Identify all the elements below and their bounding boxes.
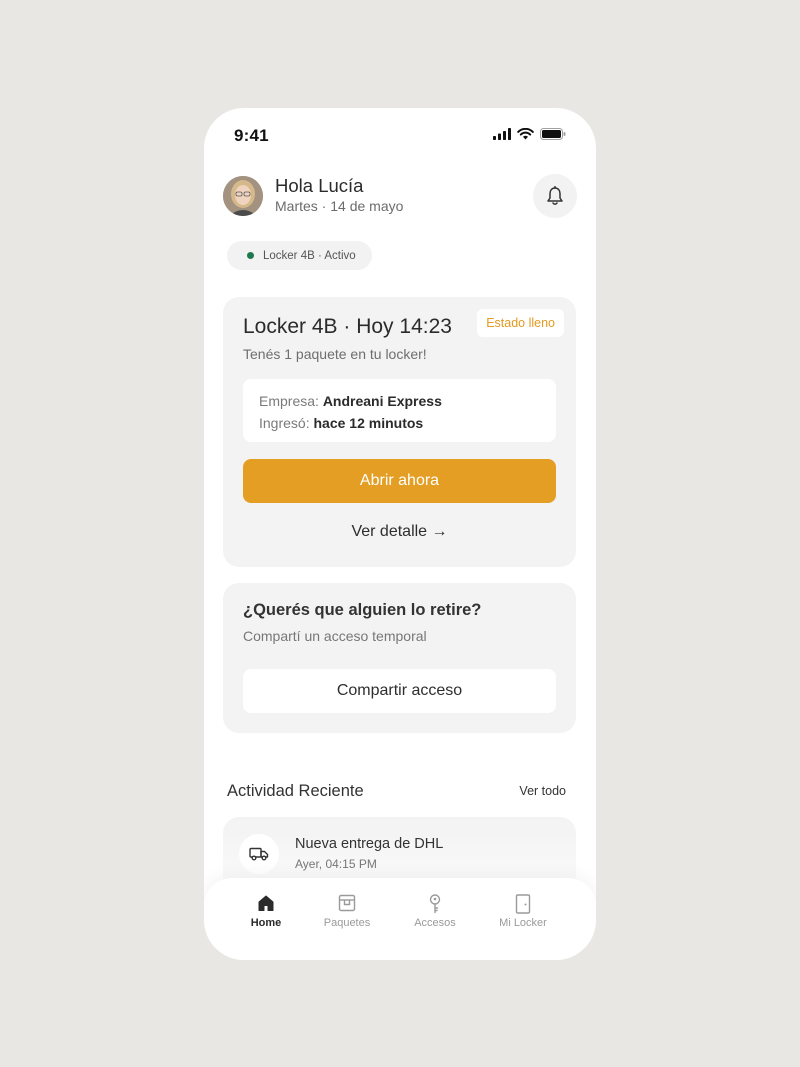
status-chip-label: Locker 4B · Activo <box>263 249 356 262</box>
see-all-link[interactable]: Ver todo <box>519 784 566 798</box>
share-card: ¿Querés que alguien lo retire? Compartí … <box>223 583 576 733</box>
activity-time: Ayer, 04:15 PM <box>295 857 377 871</box>
door-icon <box>515 894 531 914</box>
share-access-button[interactable]: Compartir acceso <box>243 669 556 713</box>
tab-packages[interactable]: Paquetes <box>307 894 387 929</box>
user-photo-icon <box>223 176 263 216</box>
phone-screen: 9:41 Hola Lucía Martes · 14 de mayo Lock… <box>204 108 596 960</box>
share-title: ¿Querés que alguien lo retire? <box>243 601 482 619</box>
recent-activity-title: Actividad Reciente <box>227 782 364 800</box>
entered-label: Ingresó: <box>259 415 310 431</box>
home-icon <box>258 895 274 911</box>
tab-access[interactable]: Accesos <box>395 894 475 929</box>
header: Hola Lucía Martes · 14 de mayo <box>223 174 577 220</box>
signal-icon <box>493 128 511 140</box>
entered-row: Ingresó: hace 12 minutos <box>259 412 540 434</box>
view-detail-link[interactable]: Ver detalle → <box>223 523 576 541</box>
status-bar: 9:41 <box>204 108 596 164</box>
notifications-button[interactable] <box>533 174 577 218</box>
tab-my-locker-label: Mi Locker <box>499 917 547 929</box>
battery-icon <box>540 128 566 140</box>
share-subtitle: Compartí un acceso temporal <box>243 628 427 644</box>
tab-access-label: Accesos <box>414 917 456 929</box>
wifi-icon <box>517 128 534 140</box>
entered-value: hace 12 minutos <box>313 415 424 431</box>
bell-icon <box>547 186 563 205</box>
status-icons <box>493 128 566 140</box>
activity-title: Nueva entrega de DHL <box>295 836 444 852</box>
company-label: Empresa: <box>259 393 319 409</box>
activity-icon-wrap <box>239 834 279 874</box>
date-label: Martes · 14 de mayo <box>275 198 404 214</box>
locker-status-chip: Locker 4B · Activo <box>227 241 372 270</box>
company-row: Empresa: Andreani Express <box>259 390 540 412</box>
tab-my-locker[interactable]: Mi Locker <box>483 894 563 929</box>
key-icon <box>429 894 441 914</box>
truck-icon <box>249 847 269 861</box>
status-dot-icon <box>247 252 254 259</box>
package-icon <box>338 894 356 912</box>
full-status-badge: Estado lleno <box>477 309 564 337</box>
package-info-box: Empresa: Andreani Express Ingresó: hace … <box>243 379 556 442</box>
locker-subtitle: Tenés 1 paquete en tu locker! <box>243 346 427 362</box>
bottom-tab-bar: Home Paquetes Accesos Mi Locker <box>204 878 596 960</box>
tab-home[interactable]: Home <box>226 894 306 929</box>
locker-title: Locker 4B · Hoy 14:23 <box>243 315 452 338</box>
company-value: Andreani Express <box>322 393 442 409</box>
locker-card: Locker 4B · Hoy 14:23 Estado lleno Tenés… <box>223 297 576 567</box>
tab-home-label: Home <box>250 917 282 929</box>
status-time: 9:41 <box>234 126 269 145</box>
open-now-button[interactable]: Abrir ahora <box>243 459 556 503</box>
greeting: Hola Lucía <box>275 175 364 196</box>
tab-packages-label: Paquetes <box>323 917 371 929</box>
avatar[interactable] <box>223 176 263 216</box>
